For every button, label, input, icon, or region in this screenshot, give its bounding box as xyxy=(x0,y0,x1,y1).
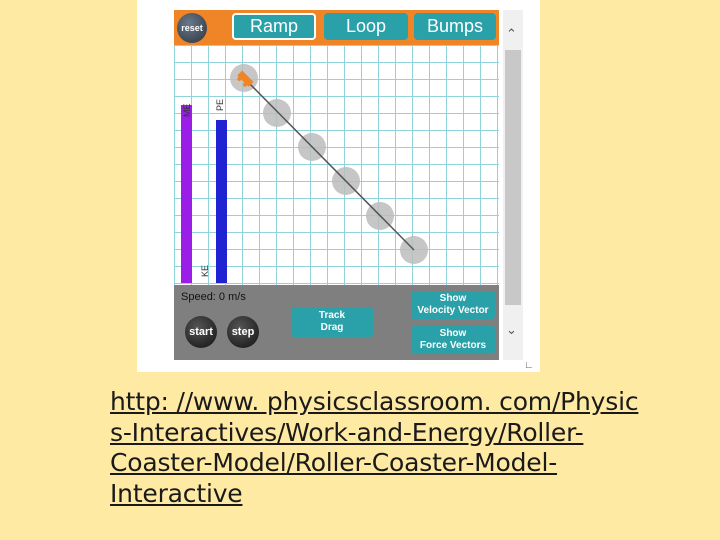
force-line1: Show xyxy=(439,328,467,339)
source-link-line: Interactive xyxy=(110,478,243,508)
start-button[interactable]: start xyxy=(185,316,217,348)
resize-grip-icon[interactable]: ∟ xyxy=(524,360,534,371)
scroll-down-icon[interactable]: ⌄ xyxy=(506,322,517,338)
show-velocity-vector-button[interactable]: Show Velocity Vector xyxy=(411,291,495,319)
source-link-line: http: //www. physicsclassroom. com/Physi… xyxy=(110,387,639,416)
track-drag-button[interactable]: Track Drag xyxy=(291,307,373,337)
reset-button[interactable]: reset xyxy=(177,13,207,43)
tab-bumps[interactable]: Bumps xyxy=(414,13,496,40)
tab-loop[interactable]: Loop xyxy=(324,13,408,40)
show-force-vectors-button[interactable]: Show Force Vectors xyxy=(411,326,495,354)
roller-coaster-simulation: reset Ramp Loop Bumps ME PE KE Speed: 0 … xyxy=(174,10,499,360)
track-drag-line2: Drag xyxy=(320,322,344,333)
step-button[interactable]: step xyxy=(227,316,259,348)
simulation-frame: reset Ramp Loop Bumps ME PE KE Speed: 0 … xyxy=(137,0,540,372)
vertical-scrollbar[interactable]: ⌃ ⌄ xyxy=(503,10,523,360)
control-panel: Speed: 0 m/s start step Track Drag Show … xyxy=(174,285,499,360)
ramp-track xyxy=(230,64,428,264)
source-link[interactable]: http: //www. physicsclassroom. com/Physi… xyxy=(110,387,690,509)
scrollbar-thumb[interactable] xyxy=(505,50,521,305)
force-line2: Force Vectors xyxy=(419,340,487,351)
velocity-line2: Velocity Vector xyxy=(417,305,489,316)
track-line xyxy=(243,77,415,251)
scroll-up-icon[interactable]: ⌃ xyxy=(506,26,517,42)
velocity-line1: Show xyxy=(439,293,467,304)
speed-readout: Speed: 0 m/s xyxy=(181,291,246,303)
source-link-line: s-Interactives/Work-and-Energy/Roller- xyxy=(110,417,584,447)
top-toolbar: reset Ramp Loop Bumps xyxy=(174,10,499,45)
track-drag-line1: Track xyxy=(318,310,346,321)
track-grid[interactable]: ME PE KE xyxy=(174,45,499,285)
source-link-line: Coaster-Model/Roller-Coaster-Model- xyxy=(110,448,558,477)
tab-ramp[interactable]: Ramp xyxy=(232,13,316,40)
track-handle xyxy=(263,99,291,127)
